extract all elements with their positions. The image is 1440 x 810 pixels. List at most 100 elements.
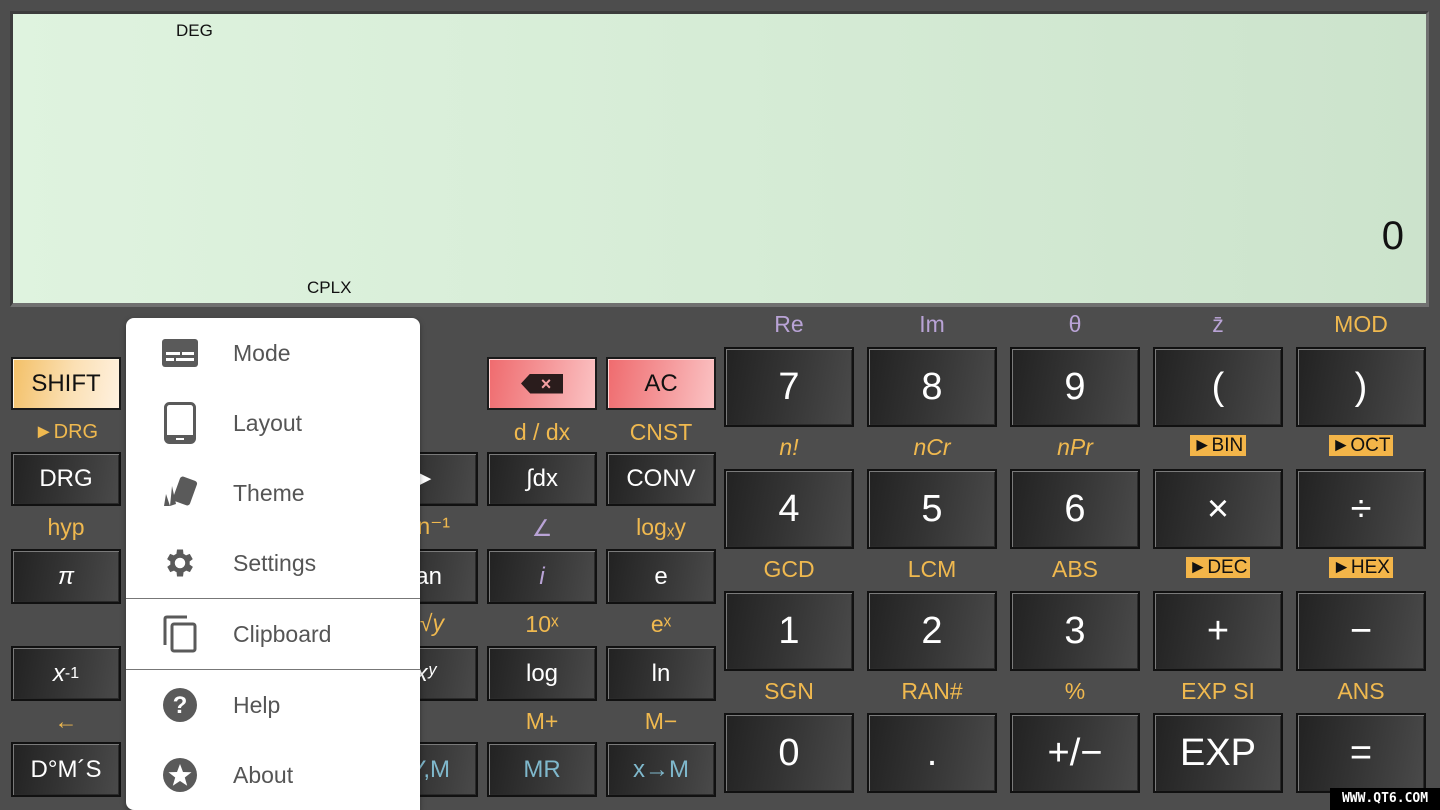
mode-icon bbox=[160, 333, 200, 373]
key-shift-label: RAN# bbox=[901, 678, 963, 704]
numpad-key[interactable]: 7 bbox=[724, 347, 854, 427]
copy-icon bbox=[160, 614, 200, 654]
ln-button[interactable]: ln bbox=[606, 646, 716, 701]
key-shift-label-wrap: ►OCT bbox=[1296, 434, 1426, 458]
drg-button[interactable]: DRG bbox=[11, 452, 121, 506]
key-shift-label: GCD bbox=[763, 556, 815, 582]
menu-label-clipboard: Clipboard bbox=[233, 620, 332, 647]
numpad-key[interactable]: 0 bbox=[724, 713, 854, 793]
key-shift-label-wrap: ►HEX bbox=[1296, 556, 1426, 580]
result-value: 0 bbox=[1381, 214, 1404, 258]
numpad-key[interactable]: 6 bbox=[1010, 469, 1140, 549]
dms-button[interactable]: D°M´S bbox=[11, 742, 121, 797]
numpad-key[interactable]: 8 bbox=[867, 347, 997, 427]
menu-item-clipboard[interactable]: Clipboard bbox=[126, 599, 420, 669]
shift-button[interactable]: SHIFT bbox=[11, 357, 121, 410]
key-shift-label-wrap: MOD bbox=[1296, 311, 1426, 338]
key-shift-label: MOD bbox=[1334, 311, 1388, 337]
numpad-key[interactable]: 5 bbox=[867, 469, 997, 549]
key-shift-label-wrap: RAN# bbox=[867, 678, 997, 705]
menu-item-layout[interactable]: Layout bbox=[126, 388, 420, 458]
menu-item-help[interactable]: ? Help bbox=[126, 670, 420, 740]
key-shift-label: n! bbox=[779, 434, 799, 460]
numpad-key[interactable]: EXP bbox=[1153, 713, 1283, 793]
key-shift-label: z̄ bbox=[1212, 311, 1224, 337]
menu-label-layout: Layout bbox=[233, 409, 303, 436]
menu-label-about: About bbox=[233, 761, 294, 788]
menu-item-about[interactable]: About bbox=[126, 740, 420, 810]
reciprocal-x: x bbox=[52, 659, 65, 687]
numpad-key[interactable]: 1 bbox=[724, 591, 854, 671]
key-shift-label-wrap: EXP SI bbox=[1153, 678, 1283, 705]
menu-item-settings[interactable]: Settings bbox=[126, 528, 420, 598]
key-shift-label-wrap: nCr bbox=[867, 434, 997, 461]
key-shift-label: ►HEX bbox=[1329, 557, 1393, 578]
numpad-key[interactable]: +/− bbox=[1010, 713, 1140, 793]
store-memory-button[interactable]: x→M bbox=[606, 742, 716, 797]
key-shift-label: ►OCT bbox=[1328, 435, 1394, 456]
overflow-menu: Mode Layout Theme Settings Clipboard ? H… bbox=[126, 318, 420, 810]
all-clear-button[interactable]: AC bbox=[606, 357, 716, 410]
constant-label: CNST bbox=[629, 419, 693, 445]
key-shift-label: LCM bbox=[907, 556, 957, 582]
key-shift-label: nCr bbox=[913, 434, 951, 460]
key-shift-label-wrap: nPr bbox=[1010, 434, 1140, 461]
key-shift-label: nPr bbox=[1057, 434, 1093, 460]
svg-text:?: ? bbox=[173, 692, 188, 719]
angle-label: ∠ bbox=[531, 515, 553, 541]
key-shift-label-wrap: Re bbox=[724, 311, 854, 338]
log-base-label: logₓy bbox=[636, 514, 686, 540]
memory-minus-label: M− bbox=[644, 708, 678, 734]
watermark: WWW.QT6.COM bbox=[1330, 788, 1440, 810]
key-shift-label-wrap: Im bbox=[867, 311, 997, 338]
numpad-key[interactable]: 4 bbox=[724, 469, 854, 549]
key-shift-label-wrap: z̄ bbox=[1153, 311, 1283, 338]
menu-item-mode[interactable]: Mode bbox=[126, 318, 420, 388]
angle-mode-indicator: DEG bbox=[176, 21, 213, 40]
complex-mode-indicator: CPLX bbox=[307, 278, 352, 297]
pi-button[interactable]: π bbox=[11, 549, 121, 604]
key-shift-label-wrap: n! bbox=[724, 434, 854, 461]
key-shift-label: θ bbox=[1068, 311, 1082, 337]
numpad-key[interactable]: 9 bbox=[1010, 347, 1140, 427]
numpad-key[interactable]: × bbox=[1153, 469, 1283, 549]
key-shift-label: ANS bbox=[1337, 678, 1385, 704]
key-shift-label-wrap: LCM bbox=[867, 556, 997, 583]
key-shift-label-wrap: SGN bbox=[724, 678, 854, 705]
key-shift-label: ►BIN bbox=[1189, 435, 1247, 456]
memory-recall-button[interactable]: MR bbox=[487, 742, 597, 797]
key-shift-label-wrap: ►BIN bbox=[1153, 434, 1283, 458]
backspace-button[interactable]: × bbox=[487, 357, 597, 410]
key-shift-label: Im bbox=[919, 311, 945, 337]
key-shift-label: % bbox=[1064, 678, 1086, 704]
left-arrow-label: ← bbox=[54, 708, 78, 734]
numpad-key[interactable]: ÷ bbox=[1296, 469, 1426, 549]
drg-convert-label: ►DRG bbox=[33, 421, 99, 443]
numpad-key[interactable]: + bbox=[1153, 591, 1283, 671]
menu-item-theme[interactable]: Theme bbox=[126, 458, 420, 528]
key-shift-label-wrap: GCD bbox=[724, 556, 854, 583]
euler-button[interactable]: e bbox=[606, 549, 716, 604]
calculator-display: DEG CPLX 0 bbox=[10, 11, 1429, 307]
key-shift-label-wrap: θ bbox=[1010, 311, 1140, 338]
numpad-key[interactable]: 3 bbox=[1010, 591, 1140, 671]
key-shift-label: SGN bbox=[764, 678, 814, 704]
numpad-key[interactable]: . bbox=[867, 713, 997, 793]
log-button[interactable]: log bbox=[487, 646, 597, 701]
key-shift-label: EXP SI bbox=[1181, 678, 1255, 704]
reciprocal-exponent: -1 bbox=[64, 664, 80, 682]
theme-icon bbox=[160, 473, 200, 513]
convert-button[interactable]: CONV bbox=[606, 452, 716, 506]
reciprocal-button[interactable]: x -1 bbox=[11, 646, 121, 701]
numpad-key[interactable]: = bbox=[1296, 713, 1426, 793]
help-icon: ? bbox=[160, 685, 200, 725]
numpad-key[interactable]: − bbox=[1296, 591, 1426, 671]
imaginary-unit-button[interactable]: i bbox=[487, 549, 597, 604]
numpad-key[interactable]: ( bbox=[1153, 347, 1283, 427]
backspace-icon: × bbox=[521, 373, 563, 394]
integral-button[interactable]: ∫dx bbox=[487, 452, 597, 506]
ten-power-label: 10ˣ bbox=[525, 611, 559, 637]
numpad-key[interactable]: 2 bbox=[867, 591, 997, 671]
numpad-key[interactable]: ) bbox=[1296, 347, 1426, 427]
menu-label-theme: Theme bbox=[233, 479, 305, 506]
